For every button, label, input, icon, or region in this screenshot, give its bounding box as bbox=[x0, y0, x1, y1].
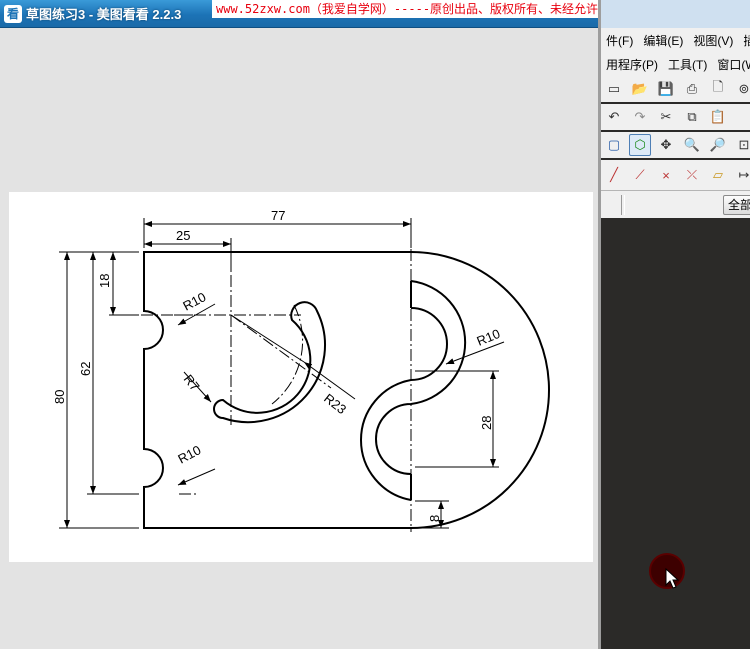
dim-8: 8 bbox=[427, 515, 442, 522]
point-tool-icon[interactable]: × bbox=[655, 164, 677, 186]
cad-menubar-second-row: 用程序(P) 工具(T) 窗口(W bbox=[601, 52, 750, 76]
viewer-window-title: 草图练习3 - 美图看看 2.2.3 bbox=[26, 7, 182, 22]
plot-preview-icon[interactable]: 🗋 bbox=[707, 78, 729, 100]
undo-icon[interactable]: ↶ bbox=[603, 106, 625, 128]
block-tool-icon[interactable]: ▱ bbox=[707, 164, 729, 186]
cut-icon[interactable]: ✂ bbox=[655, 106, 677, 128]
toolbar-grip[interactable] bbox=[621, 195, 625, 215]
view-toolbar: ▢ ⬡ ✥ 🔍 🔎 ⊡ bbox=[601, 132, 750, 158]
menu-insert[interactable]: 插 bbox=[738, 32, 750, 49]
dim-r10-bottom: R10 bbox=[175, 442, 203, 466]
watermark-banner: www.52zxw.com（我爱自学网）-----原创出品、版权所有、未经允许不… bbox=[212, 0, 598, 18]
paste-icon[interactable]: 📋 bbox=[707, 106, 729, 128]
zoom-in-icon[interactable]: 🔍 bbox=[681, 134, 703, 156]
publish-icon[interactable]: ⊚ bbox=[733, 78, 750, 100]
dim-25: 25 bbox=[176, 228, 190, 243]
center-lines bbox=[141, 249, 412, 532]
cad-menubar: 件(F) 编辑(E) 视图(V) 插 bbox=[601, 28, 750, 52]
dim-r23: R23 bbox=[321, 391, 349, 418]
new-file-icon[interactable]: ▭ bbox=[603, 78, 625, 100]
snap-nodes-icon[interactable]: ⬡ bbox=[629, 134, 651, 156]
all-button[interactable]: 全部 bbox=[723, 195, 750, 215]
dim-77: 77 bbox=[271, 208, 285, 223]
menu-applications[interactable]: 用程序(P) bbox=[601, 56, 663, 73]
pan-realtime-icon[interactable]: ✥ bbox=[655, 134, 677, 156]
mouse-cursor-icon bbox=[665, 568, 679, 589]
draw-toolbar: ╱ ⟋ × ⤫ ▱ ↦ bbox=[601, 160, 750, 190]
menu-edit[interactable]: 编辑(E) bbox=[638, 32, 688, 49]
print-icon[interactable]: ⎙ bbox=[681, 78, 703, 100]
dim-28: 28 bbox=[479, 416, 494, 430]
menu-file[interactable]: 件(F) bbox=[601, 32, 638, 49]
dim-r7: R7 bbox=[181, 372, 203, 394]
menu-window[interactable]: 窗口(W bbox=[712, 56, 750, 73]
viewer-canvas[interactable]: 77 25 18 62 80 R10 R10 R10 R7 R23 28 8 bbox=[0, 29, 598, 649]
cad-application-window: 件(F) 编辑(E) 视图(V) 插 用程序(P) 工具(T) 窗口(W ▭ 📂… bbox=[598, 0, 750, 649]
part-outline bbox=[143, 251, 550, 529]
dimension-linear-icon[interactable]: ↦ bbox=[733, 164, 750, 186]
cad-titlebar[interactable] bbox=[601, 0, 750, 28]
construction-line-icon[interactable]: ⟋ bbox=[629, 164, 651, 186]
dim-18: 18 bbox=[97, 274, 112, 288]
menu-tools[interactable]: 工具(T) bbox=[663, 56, 712, 73]
redo-icon[interactable]: ↷ bbox=[629, 106, 651, 128]
copy-icon[interactable]: ⧉ bbox=[681, 106, 703, 128]
save-icon[interactable]: 💾 bbox=[655, 78, 677, 100]
dim-62: 62 bbox=[78, 362, 93, 376]
edit-toolbar: ↶ ↷ ✂ ⧉ 📋 bbox=[601, 104, 750, 130]
cad-panel-strip: 全部 bbox=[601, 190, 750, 218]
menu-view[interactable]: 视图(V) bbox=[688, 32, 738, 49]
dim-r10-right: R10 bbox=[475, 326, 503, 349]
viewer-app-icon[interactable]: 看 bbox=[4, 4, 22, 23]
zoom-out-icon[interactable]: 🔎 bbox=[707, 134, 729, 156]
cad-drawing-svg: 77 25 18 62 80 R10 R10 R10 R7 R23 28 8 bbox=[52, 208, 550, 532]
open-folder-icon[interactable]: 📂 bbox=[629, 78, 651, 100]
drawing-image[interactable]: 77 25 18 62 80 R10 R10 R10 R7 R23 28 8 bbox=[9, 192, 593, 562]
layer-icon[interactable]: ▢ bbox=[603, 134, 625, 156]
standard-toolbar: ▭ 📂 💾 ⎙ 🗋 ⊚ bbox=[601, 76, 750, 102]
xline-tool-icon[interactable]: ⤫ bbox=[681, 164, 703, 186]
line-tool-icon[interactable]: ╱ bbox=[603, 164, 625, 186]
image-viewer-window: 看 草图练习3 - 美图看看 2.2.3 www.52zxw.com（我爱自学网… bbox=[0, 0, 598, 649]
zoom-window-icon[interactable]: ⊡ bbox=[733, 134, 750, 156]
dimension-lines bbox=[64, 221, 505, 528]
dim-80: 80 bbox=[52, 390, 67, 404]
